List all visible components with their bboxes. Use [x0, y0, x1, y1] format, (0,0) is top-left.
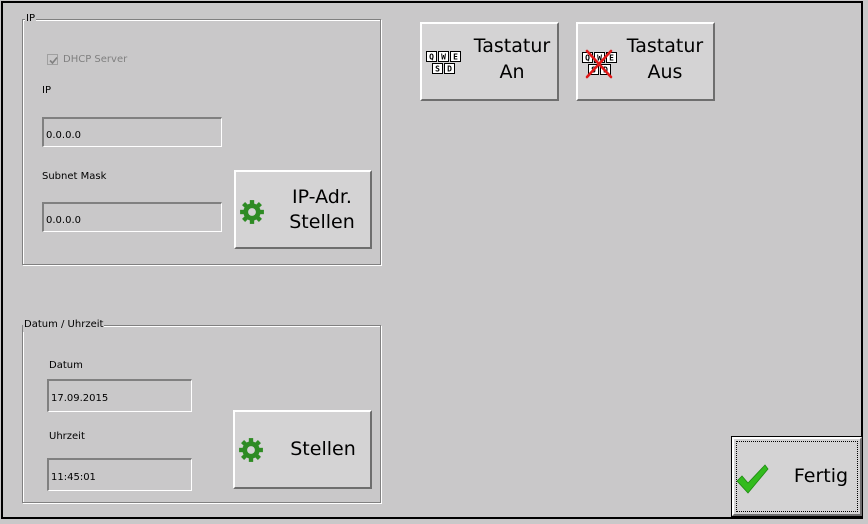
- key-q: Q: [429, 53, 434, 62]
- date-label: Datum: [49, 360, 83, 371]
- dhcp-server-checkbox[interactable]: [47, 54, 58, 65]
- subnet-mask-field[interactable]: [42, 202, 222, 232]
- keyboard-icon: Q W E S D: [426, 51, 461, 74]
- set-datetime-button-label: Stellen: [290, 438, 356, 460]
- done-button-label: Fertig: [793, 465, 849, 487]
- keyboard-off-line2: Aus: [647, 61, 683, 83]
- keyboard-off-icon: Q W E S D: [582, 49, 617, 79]
- ip-label: IP: [42, 85, 51, 96]
- keyboard-off-line1: Tastatur: [626, 35, 704, 57]
- key-w: W: [441, 53, 446, 62]
- key-s: S: [435, 65, 440, 74]
- date-field[interactable]: [47, 379, 192, 412]
- checkmark-icon: [736, 464, 769, 494]
- key-d: D: [447, 65, 452, 74]
- ip-address-field[interactable]: [42, 117, 222, 147]
- datetime-groupbox: Datum / Uhrzeit Datum Uhrzeit: [22, 318, 381, 503]
- keyboard-on-line1: Tastatur: [473, 35, 551, 57]
- settings-window: IP DHCP Server IP Subnet Mask: [1, 1, 863, 519]
- dhcp-server-label: DHCP Server: [63, 54, 128, 65]
- datetime-groupbox-legend: Datum / Uhrzeit: [23, 318, 105, 332]
- key-e: E: [453, 53, 458, 62]
- set-ip-button[interactable]: IP-Adr. Stellen: [234, 170, 372, 249]
- set-ip-button-line2: Stellen: [289, 211, 355, 233]
- set-datetime-button[interactable]: Stellen: [233, 410, 372, 489]
- time-label: Uhrzeit: [49, 431, 85, 442]
- keyboard-off-button[interactable]: Q W E S D Tastatur Aus: [576, 22, 715, 101]
- checkmark-small-icon: [49, 56, 58, 65]
- gear-icon: [240, 200, 264, 224]
- ip-groupbox-legend: IP: [25, 12, 36, 26]
- gear-icon: [239, 438, 263, 462]
- keyboard-on-button[interactable]: Q W E S D Tastatur An: [420, 22, 559, 101]
- key-e-off: E: [609, 54, 614, 63]
- keyboard-on-line2: An: [499, 61, 525, 83]
- set-ip-button-line1: IP-Adr.: [292, 186, 352, 208]
- time-field[interactable]: [47, 458, 192, 491]
- subnet-mask-label: Subnet Mask: [42, 171, 107, 182]
- ip-groupbox: IP DHCP Server IP Subnet Mask: [22, 12, 381, 265]
- done-button[interactable]: Fertig: [731, 436, 863, 517]
